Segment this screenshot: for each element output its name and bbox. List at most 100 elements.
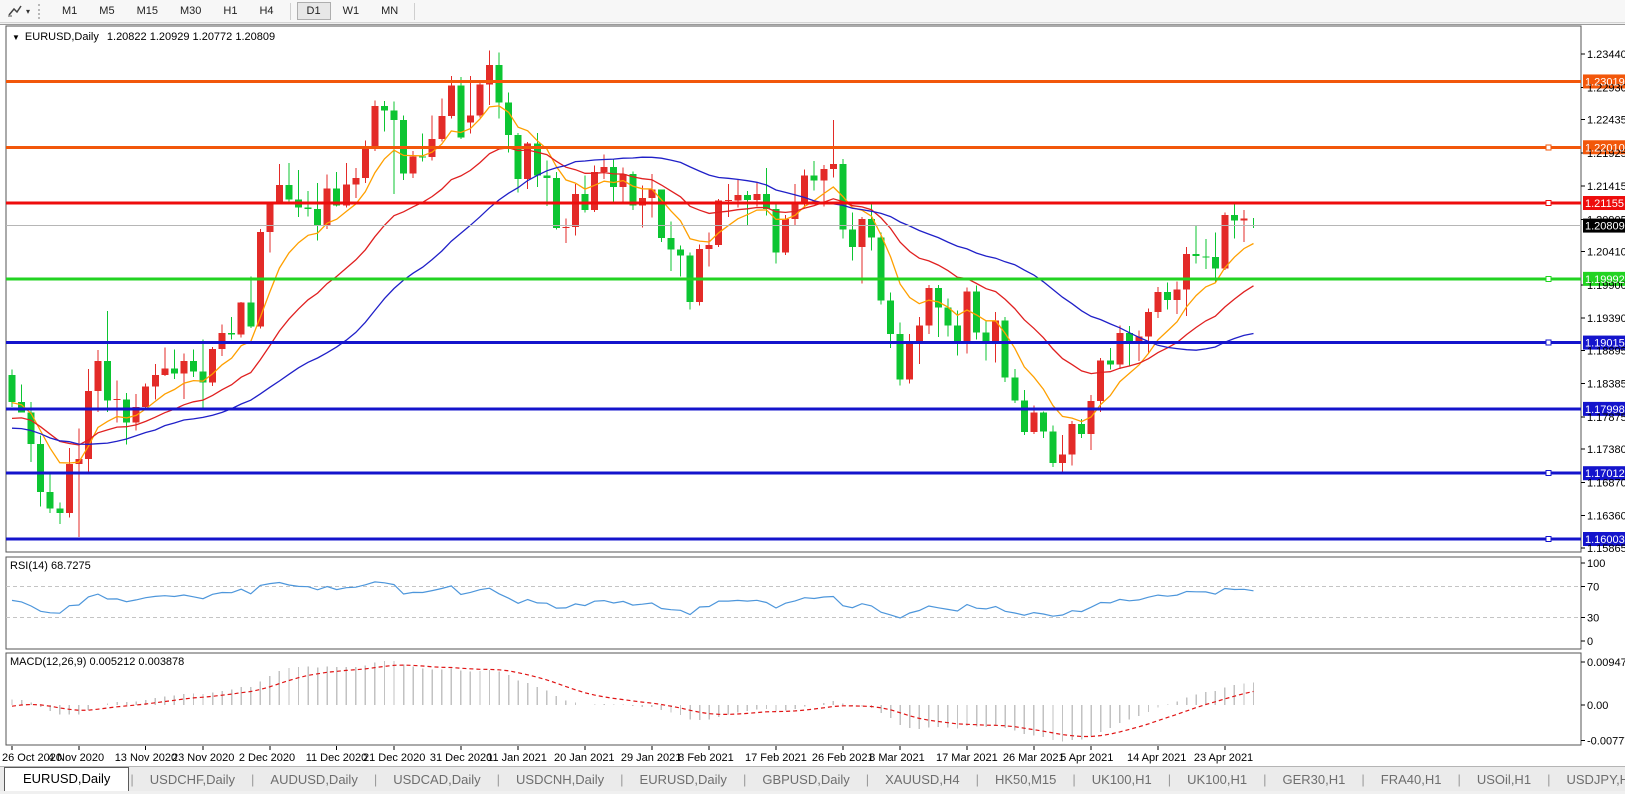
timeframe-button-M15[interactable]: M15 [127,2,168,20]
date-tick-label: 17 Mar 2021 [936,752,998,764]
timeframe-toolbar: M1 M5 M15 M30 H1 H4 D1 W1 MN [51,2,409,20]
candle [610,158,618,203]
tab-fra40-h1[interactable]: FRA40,H1 [1366,769,1457,791]
timeframe-button-H4[interactable]: H4 [249,2,283,20]
level-line-handle[interactable] [1545,275,1552,282]
candle [1135,330,1143,362]
timeframe-button-MN[interactable]: MN [371,2,408,20]
candle [94,350,102,413]
macd-histogram [11,661,1255,742]
timeframe-button-M5[interactable]: M5 [89,2,124,20]
tab-ger30-h1[interactable]: GER30,H1 [1268,769,1361,791]
timeframe-button-H1[interactable]: H1 [213,2,247,20]
timeframe-button-D1[interactable]: D1 [296,2,331,20]
tab-usdcnh-daily[interactable]: USDCNH,Daily [501,769,619,791]
candle [495,52,503,119]
chart-tools-icon[interactable]: ▾ [4,3,33,19]
horizontal-level-line[interactable] [6,470,1581,477]
candle [466,76,474,134]
tab-xauusd-h4[interactable]: XAUUSD,H4 [870,769,974,791]
candle [1154,286,1162,319]
candle [686,252,694,310]
date-tick-label: 21 Dec 2020 [363,752,425,764]
candle [887,292,895,349]
timeframe-button-M30[interactable]: M30 [170,2,211,20]
candle [209,346,217,386]
horizontal-level-line[interactable] [6,536,1581,543]
level-line-handle[interactable] [1545,470,1552,477]
candle [810,160,818,191]
date-tick-label: 29 Jan 2021 [621,752,682,764]
tab-audusd-daily[interactable]: AUDUSD,Daily [255,769,372,791]
candle [772,204,780,264]
timeframe-button-M1[interactable]: M1 [52,2,87,20]
level-line-handle[interactable] [1545,200,1552,207]
horizontal-level-line[interactable] [6,144,1581,151]
tab-gbpusd-daily[interactable]: GBPUSD,Daily [747,769,864,791]
candle [505,92,513,153]
level-line-handle[interactable] [1545,536,1552,543]
candle [142,383,150,410]
candle [123,393,131,445]
tab-uk100-h1[interactable]: UK100,H1 [1077,769,1167,791]
toolbar-grip [38,3,44,19]
tab-usoil-h1[interactable]: USOil,H1 [1462,769,1546,791]
candle [877,232,885,305]
price-tick-label: 1.17380 [1587,444,1625,456]
candle [438,98,446,142]
candle [1011,368,1019,403]
candle [170,349,178,379]
candle [820,164,828,207]
candle [1059,434,1066,472]
horizontal-level-line[interactable] [6,275,1581,282]
date-tick-label: 13 Nov 2020 [115,752,177,764]
candle [915,316,923,364]
date-tick-label: 4 Nov 2020 [48,752,104,764]
date-tick-label: 8 Mar 2021 [869,752,925,764]
date-tick-label: 17 Feb 2021 [745,752,807,764]
date-tick-label: 26 Mar 2021 [1003,752,1065,764]
candle [1049,425,1057,467]
date-tick-label: 8 Feb 2021 [678,752,734,764]
candle [314,183,322,241]
chart-canvas[interactable]: 1.234401.229301.224351.219251.214151.209… [0,24,1625,766]
svg-text:1.22010: 1.22010 [1585,142,1625,154]
candle [1087,395,1095,450]
tab-eurusd-daily[interactable]: EURUSD,Daily [625,769,742,791]
level-line-handle[interactable] [1545,144,1552,151]
candle [600,154,608,180]
toolbar-separator [289,2,291,20]
dropdown-caret-icon[interactable]: ▾ [26,7,30,16]
level-line-handle[interactable] [1545,339,1552,346]
candle [705,232,713,267]
horizontal-level-line[interactable] [6,339,1581,346]
candle [1221,212,1229,270]
chart-title-symbol: EURUSD,Daily [24,31,99,43]
price-tick-label: 1.20410 [1587,247,1625,259]
date-tick-label: 23 Apr 2021 [1194,752,1253,764]
chart-title-quotes: 1.20822 1.20929 1.20772 1.20809 [106,31,276,43]
date-axis[interactable] [11,746,1226,750]
tab-usdchf-daily[interactable]: USDCHF,Daily [135,769,250,791]
tab-eurusd-daily[interactable]: EURUSD,Daily [4,767,130,791]
candle [1173,281,1181,315]
chart-window: 1.23440 1.22930 1.22435 1.21925 1.21415 1.209… [0,24,1625,766]
candle [581,175,589,213]
tab-usdcad-daily[interactable]: USDCAD,Daily [378,769,495,791]
chart-symbol-caret-icon[interactable]: ▼ [12,33,20,42]
candle [285,162,293,203]
candle [457,76,465,139]
candle [380,100,388,132]
svg-text:1.21155: 1.21155 [1585,198,1624,210]
timeframe-button-W1[interactable]: W1 [333,2,370,20]
rsi-tick-label: 100 [1587,558,1605,570]
candle [1192,226,1200,264]
svg-text:1.23019: 1.23019 [1585,76,1625,88]
tab-hk50-m15[interactable]: HK50,M15 [980,769,1071,791]
candle [151,363,159,400]
tab-uk100-h1[interactable]: UK100,H1 [1172,769,1262,791]
candle [37,435,45,507]
tab-usdjpy-h1[interactable]: USDJPY,H1 [1551,769,1625,791]
svg-text:1.16003: 1.16003 [1585,534,1625,546]
candle [1106,348,1114,370]
